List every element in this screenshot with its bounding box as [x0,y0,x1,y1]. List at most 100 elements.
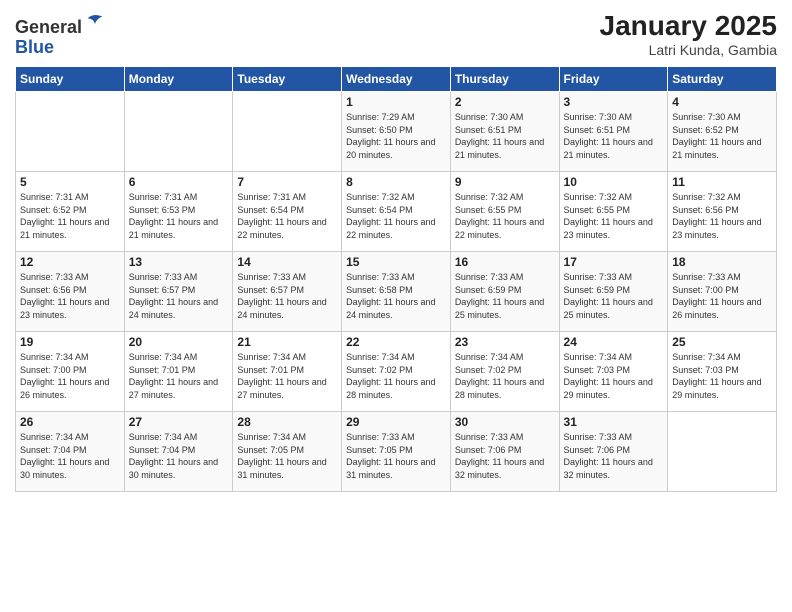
calendar-table: SundayMondayTuesdayWednesdayThursdayFrid… [15,66,777,492]
day-cell [668,412,777,492]
col-header-sunday: Sunday [16,67,125,92]
day-info: Sunrise: 7:33 AM Sunset: 6:57 PM Dayligh… [129,271,229,321]
day-cell: 2Sunrise: 7:30 AM Sunset: 6:51 PM Daylig… [450,92,559,172]
day-cell: 17 Sunrise: 7:33 AM Sunset: 6:59 PM Dayli… [559,252,668,332]
day-number: 9 [455,175,555,189]
day-cell: 26 Sunrise: 7:34 AM Sunset: 7:04 PM Dayli… [16,412,125,492]
day-number: 20 [129,335,229,349]
week-row-2: 5 Sunrise: 7:31 AM Sunset: 6:52 PM Daylig… [16,172,777,252]
day-cell [124,92,233,172]
day-cell: 27Sunrise: 7:34 AM Sunset: 7:04 PM Dayli… [124,412,233,492]
col-header-tuesday: Tuesday [233,67,342,92]
day-info: Sunrise: 7:33 AM Sunset: 7:00 PM Dayligh… [672,271,772,321]
day-info: Sunrise: 7:31 AM Sunset: 6:52 PM Dayligh… [20,191,120,241]
day-number: 26 [20,415,120,429]
day-cell: 28Sunrise: 7:34 AM Sunset: 7:05 PM Dayli… [233,412,342,492]
day-number: 21 [237,335,337,349]
day-number: 1 [346,95,446,109]
day-info: Sunrise: 7:33 AM Sunset: 7:06 PM Dayligh… [455,431,555,481]
day-cell: 12Sunrise: 7:33 AM Sunset: 6:56 PM Dayli… [16,252,125,332]
day-number: 4 [672,95,772,109]
day-cell: 11 Sunrise: 7:32 AM Sunset: 6:56 PM Dayli… [668,172,777,252]
day-cell [16,92,125,172]
col-header-monday: Monday [124,67,233,92]
day-number: 11 [672,175,772,189]
week-row-1: 1Sunrise: 7:29 AM Sunset: 6:50 PM Daylig… [16,92,777,172]
day-cell: 8Sunrise: 7:32 AM Sunset: 6:54 PM Daylig… [342,172,451,252]
day-info: Sunrise: 7:33 AM Sunset: 6:59 PM Dayligh… [455,271,555,321]
day-number: 25 [672,335,772,349]
week-row-4: 19 Sunrise: 7:34 AM Sunset: 7:00 PM Dayli… [16,332,777,412]
day-info: Sunrise: 7:32 AM Sunset: 6:55 PM Dayligh… [564,191,664,241]
day-cell: 15Sunrise: 7:33 AM Sunset: 6:58 PM Dayli… [342,252,451,332]
day-info: Sunrise: 7:30 AM Sunset: 6:52 PM Dayligh… [672,111,772,161]
day-cell: 24Sunrise: 7:34 AM Sunset: 7:03 PM Dayli… [559,332,668,412]
day-info: Sunrise: 7:33 AM Sunset: 6:59 PM Dayligh… [564,271,664,321]
day-number: 22 [346,335,446,349]
col-header-thursday: Thursday [450,67,559,92]
day-number: 7 [237,175,337,189]
day-number: 16 [455,255,555,269]
day-info: Sunrise: 7:30 AM Sunset: 6:51 PM Dayligh… [564,111,664,161]
day-info: Sunrise: 7:34 AM Sunset: 7:01 PM Dayligh… [237,351,337,401]
day-cell: 5 Sunrise: 7:31 AM Sunset: 6:52 PM Daylig… [16,172,125,252]
day-info: Sunrise: 7:34 AM Sunset: 7:02 PM Dayligh… [346,351,446,401]
day-cell: 9 Sunrise: 7:32 AM Sunset: 6:55 PM Daylig… [450,172,559,252]
day-cell: 30Sunrise: 7:33 AM Sunset: 7:06 PM Dayli… [450,412,559,492]
day-number: 19 [20,335,120,349]
day-info: Sunrise: 7:34 AM Sunset: 7:04 PM Dayligh… [20,431,120,481]
day-info: Sunrise: 7:34 AM Sunset: 7:03 PM Dayligh… [672,351,772,401]
day-cell: 31Sunrise: 7:33 AM Sunset: 7:06 PM Dayli… [559,412,668,492]
day-number: 8 [346,175,446,189]
day-cell: 16 Sunrise: 7:33 AM Sunset: 6:59 PM Dayli… [450,252,559,332]
day-cell: 3 Sunrise: 7:30 AM Sunset: 6:51 PM Daylig… [559,92,668,172]
day-cell: 25 Sunrise: 7:34 AM Sunset: 7:03 PM Dayli… [668,332,777,412]
day-number: 18 [672,255,772,269]
day-info: Sunrise: 7:33 AM Sunset: 7:06 PM Dayligh… [564,431,664,481]
day-number: 13 [129,255,229,269]
day-number: 23 [455,335,555,349]
day-info: Sunrise: 7:34 AM Sunset: 7:02 PM Dayligh… [455,351,555,401]
day-number: 5 [20,175,120,189]
col-header-saturday: Saturday [668,67,777,92]
day-info: Sunrise: 7:33 AM Sunset: 7:05 PM Dayligh… [346,431,446,481]
day-cell: 21 Sunrise: 7:34 AM Sunset: 7:01 PM Dayli… [233,332,342,412]
day-info: Sunrise: 7:34 AM Sunset: 7:05 PM Dayligh… [237,431,337,481]
day-cell: 1Sunrise: 7:29 AM Sunset: 6:50 PM Daylig… [342,92,451,172]
day-cell: 19 Sunrise: 7:34 AM Sunset: 7:00 PM Dayli… [16,332,125,412]
day-number: 3 [564,95,664,109]
day-info: Sunrise: 7:33 AM Sunset: 6:58 PM Dayligh… [346,271,446,321]
title-block: January 2025 Latri Kunda, Gambia [600,10,777,58]
calendar-title: January 2025 [600,10,777,42]
day-cell: 29Sunrise: 7:33 AM Sunset: 7:05 PM Dayli… [342,412,451,492]
day-info: Sunrise: 7:32 AM Sunset: 6:56 PM Dayligh… [672,191,772,241]
day-number: 27 [129,415,229,429]
day-number: 2 [455,95,555,109]
day-cell: 18 Sunrise: 7:33 AM Sunset: 7:00 PM Dayli… [668,252,777,332]
day-number: 17 [564,255,664,269]
col-header-friday: Friday [559,67,668,92]
logo: General Blue [15,11,106,58]
day-cell: 4 Sunrise: 7:30 AM Sunset: 6:52 PM Daylig… [668,92,777,172]
day-cell: 7 Sunrise: 7:31 AM Sunset: 6:54 PM Daylig… [233,172,342,252]
day-cell: 10 Sunrise: 7:32 AM Sunset: 6:55 PM Dayli… [559,172,668,252]
header-row: SundayMondayTuesdayWednesdayThursdayFrid… [16,67,777,92]
day-cell: 20 Sunrise: 7:34 AM Sunset: 7:01 PM Dayli… [124,332,233,412]
day-cell: 13 Sunrise: 7:33 AM Sunset: 6:57 PM Dayli… [124,252,233,332]
day-cell: 6 Sunrise: 7:31 AM Sunset: 6:53 PM Daylig… [124,172,233,252]
page: General Blue January 2025 Latri Kunda, G… [0,0,792,612]
day-number: 10 [564,175,664,189]
day-number: 12 [20,255,120,269]
logo-bird-icon [84,11,106,33]
day-cell [233,92,342,172]
day-info: Sunrise: 7:32 AM Sunset: 6:55 PM Dayligh… [455,191,555,241]
day-info: Sunrise: 7:34 AM Sunset: 7:01 PM Dayligh… [129,351,229,401]
col-header-wednesday: Wednesday [342,67,451,92]
day-number: 6 [129,175,229,189]
day-info: Sunrise: 7:34 AM Sunset: 7:00 PM Dayligh… [20,351,120,401]
day-info: Sunrise: 7:31 AM Sunset: 6:54 PM Dayligh… [237,191,337,241]
header: General Blue January 2025 Latri Kunda, G… [15,10,777,58]
logo-general: General [15,17,82,37]
day-info: Sunrise: 7:34 AM Sunset: 7:03 PM Dayligh… [564,351,664,401]
day-info: Sunrise: 7:31 AM Sunset: 6:53 PM Dayligh… [129,191,229,241]
